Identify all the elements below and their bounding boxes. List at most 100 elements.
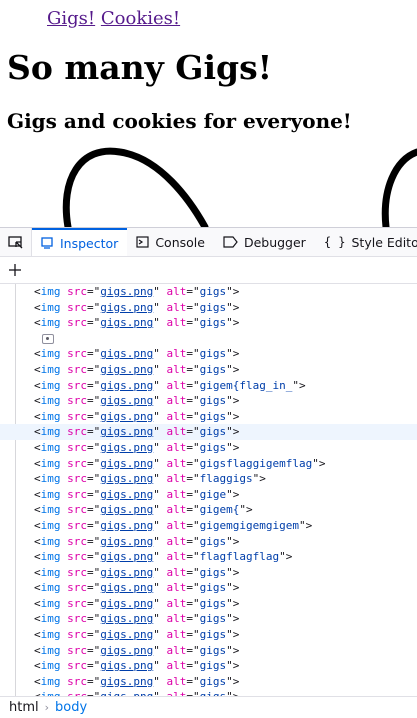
tag-bracket: <: [34, 581, 41, 594]
markup-node-row[interactable]: <img src="gigs.png" alt="gigs">: [0, 393, 417, 409]
attr-value-link[interactable]: gigs.png: [100, 675, 153, 688]
attr-equals: =": [87, 363, 100, 376]
tag-bracket: ">: [226, 535, 239, 548]
attr-value-link[interactable]: gigs.png: [100, 581, 153, 594]
markup-node-row[interactable]: <img src="gigs.png" alt="gigs">: [0, 440, 417, 456]
attr-value-link[interactable]: gigs.png: [100, 316, 153, 329]
attr-value-link[interactable]: gigs.png: [100, 628, 153, 641]
attr-equals: =": [186, 316, 199, 329]
attr-name: alt: [166, 550, 186, 563]
whitespace-node[interactable]: [0, 331, 417, 347]
tag-bracket: <: [34, 347, 41, 360]
attr-equals: =": [186, 363, 199, 376]
attr-equals: =": [186, 394, 199, 407]
tag-name: img: [41, 379, 61, 392]
tag-name: img: [41, 628, 61, 641]
markup-node-row[interactable]: <img src="gigs.png" alt="gigs">: [0, 424, 417, 440]
breadcrumb-html[interactable]: html: [9, 700, 39, 715]
markup-node-row[interactable]: <img src="gigs.png" alt="gigs">: [0, 409, 417, 425]
attr-equals: =": [186, 488, 199, 501]
markup-node-row[interactable]: <img src="gigs.png" alt="gigem{flag_in_"…: [0, 378, 417, 394]
markup-node-row[interactable]: <img src="gigs.png" alt="gige">: [0, 487, 417, 503]
page-subtitle: Gigs and cookies for everyone!: [7, 109, 352, 133]
attr-value-link[interactable]: gigs.png: [100, 301, 153, 314]
gigs-link[interactable]: Gigs!: [47, 8, 95, 29]
attr-name: src: [67, 285, 87, 298]
markup-node-row[interactable]: <img src="gigs.png" alt="gigem{">: [0, 502, 417, 518]
markup-node-row[interactable]: <img src="gigs.png" alt="gigs">: [0, 565, 417, 581]
tag-bracket: ">: [226, 441, 239, 454]
attr-value-link[interactable]: gigs.png: [100, 550, 153, 563]
markup-node-row[interactable]: <img src="gigs.png" alt="gigs">: [0, 284, 417, 300]
attr-equals: =": [87, 410, 100, 423]
tab-console[interactable]: Console: [127, 228, 214, 256]
attr-value-link[interactable]: gigs.png: [100, 472, 153, 485]
attr-name: alt: [166, 644, 186, 657]
tag-name: img: [41, 581, 61, 594]
breadcrumb-body[interactable]: body: [55, 700, 87, 715]
tab-debugger[interactable]: Debugger: [214, 228, 315, 256]
tab-style-editor[interactable]: { } Style Editor: [315, 228, 417, 256]
markup-node-row[interactable]: <img src="gigs.png" alt="gigs">: [0, 643, 417, 659]
attr-value-link[interactable]: gigs.png: [100, 394, 153, 407]
markup-node-row[interactable]: <img src="gigs.png" alt="gigs">: [0, 362, 417, 378]
tag-name: img: [41, 410, 61, 423]
attr-value: gigem{: [200, 503, 240, 516]
attr-value: gigs: [200, 675, 227, 688]
attr-value-link[interactable]: gigs.png: [100, 566, 153, 579]
markup-view[interactable]: <img src="gigs.png" alt="gigs"><img src=…: [0, 284, 417, 696]
attr-value-link[interactable]: gigs.png: [100, 285, 153, 298]
attr-value-link[interactable]: gigs.png: [100, 659, 153, 672]
attr-name: src: [67, 394, 87, 407]
attr-equals: =": [87, 285, 100, 298]
markup-node-row[interactable]: <img src="gigs.png" alt="gigs">: [0, 580, 417, 596]
attr-value-link[interactable]: gigs.png: [100, 644, 153, 657]
attr-name: alt: [166, 379, 186, 392]
attr-name: alt: [166, 519, 186, 532]
markup-node-row[interactable]: <img src="gigs.png" alt="gigs">: [0, 627, 417, 643]
tab-inspector[interactable]: Inspector: [32, 228, 127, 256]
attr-value: gigs: [200, 363, 227, 376]
attr-name: alt: [166, 363, 186, 376]
attr-value-link[interactable]: gigs.png: [100, 612, 153, 625]
markup-node-row[interactable]: <img src="gigs.png" alt="gigs">: [0, 674, 417, 690]
tag-name: img: [41, 316, 61, 329]
attr-value-link[interactable]: gigs.png: [100, 535, 153, 548]
attr-value-link[interactable]: gigs.png: [100, 488, 153, 501]
markup-node-row[interactable]: <img src="gigs.png" alt="gigsflaggigemfl…: [0, 456, 417, 472]
attr-equals: =": [87, 581, 100, 594]
attr-name: src: [67, 363, 87, 376]
tag-bracket: ">: [226, 659, 239, 672]
attr-value-link[interactable]: gigs.png: [100, 457, 153, 470]
markup-node-row[interactable]: <img src="gigs.png" alt="gigemgigemgigem…: [0, 518, 417, 534]
markup-node-row[interactable]: <img src="gigs.png" alt="flagflagflag">: [0, 549, 417, 565]
markup-node-row[interactable]: <img src="gigs.png" alt="gigs">: [0, 534, 417, 550]
attr-quote: ": [153, 503, 160, 516]
attr-value-link[interactable]: gigs.png: [100, 410, 153, 423]
attr-value-link[interactable]: gigs.png: [100, 519, 153, 532]
markup-node-row[interactable]: <img src="gigs.png" alt="flaggigs">: [0, 471, 417, 487]
tag-name: img: [41, 535, 61, 548]
markup-node-row[interactable]: <img src="gigs.png" alt="gigs">: [0, 658, 417, 674]
markup-node-row[interactable]: <img src="gigs.png" alt="gigs">: [0, 300, 417, 316]
element-picker-button[interactable]: [0, 228, 32, 256]
attr-value-link[interactable]: gigs.png: [100, 425, 153, 438]
attr-value-link[interactable]: gigs.png: [100, 597, 153, 610]
attr-value-link[interactable]: gigs.png: [100, 347, 153, 360]
markup-node-row[interactable]: <img src="gigs.png" alt="gigs">: [0, 596, 417, 612]
attr-value-link[interactable]: gigs.png: [100, 441, 153, 454]
attr-value-link[interactable]: gigs.png: [100, 363, 153, 376]
tag-name: img: [41, 644, 61, 657]
attr-name: alt: [166, 410, 186, 423]
attr-value: gigemgigemgigem: [200, 519, 299, 532]
markup-node-row[interactable]: <img src="gigs.png" alt="gigs">: [0, 315, 417, 331]
cookies-link[interactable]: Cookies!: [101, 8, 180, 29]
markup-node-row[interactable]: <img src="gigs.png" alt="gigs">: [0, 611, 417, 627]
add-node-button[interactable]: [8, 263, 22, 277]
breadcrumb: html › body: [0, 696, 417, 718]
markup-node-row[interactable]: <img src="gigs.png" alt="gigs">: [0, 346, 417, 362]
attr-value-link[interactable]: gigs.png: [100, 379, 153, 392]
attr-equals: =": [186, 379, 199, 392]
attr-value-link[interactable]: gigs.png: [100, 503, 153, 516]
tag-bracket: <: [34, 457, 41, 470]
